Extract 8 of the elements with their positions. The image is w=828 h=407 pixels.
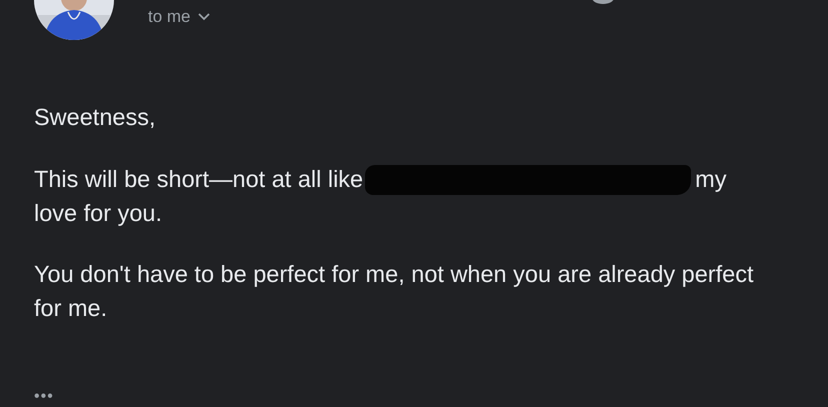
recipient-label[interactable]: to me [148, 7, 191, 27]
paragraph-text: my [695, 166, 726, 192]
paragraph-text: This will be short—not at all like [34, 166, 364, 192]
paragraph-text: love for you. [34, 200, 162, 226]
more-button[interactable]: ••• [34, 380, 54, 407]
paragraph-text: You don't have to be perfect for me, not when you are already perfect for me. [34, 260, 755, 323]
chevron-down-icon[interactable] [196, 12, 211, 22]
greeting-text: Sweetness, [34, 103, 156, 132]
